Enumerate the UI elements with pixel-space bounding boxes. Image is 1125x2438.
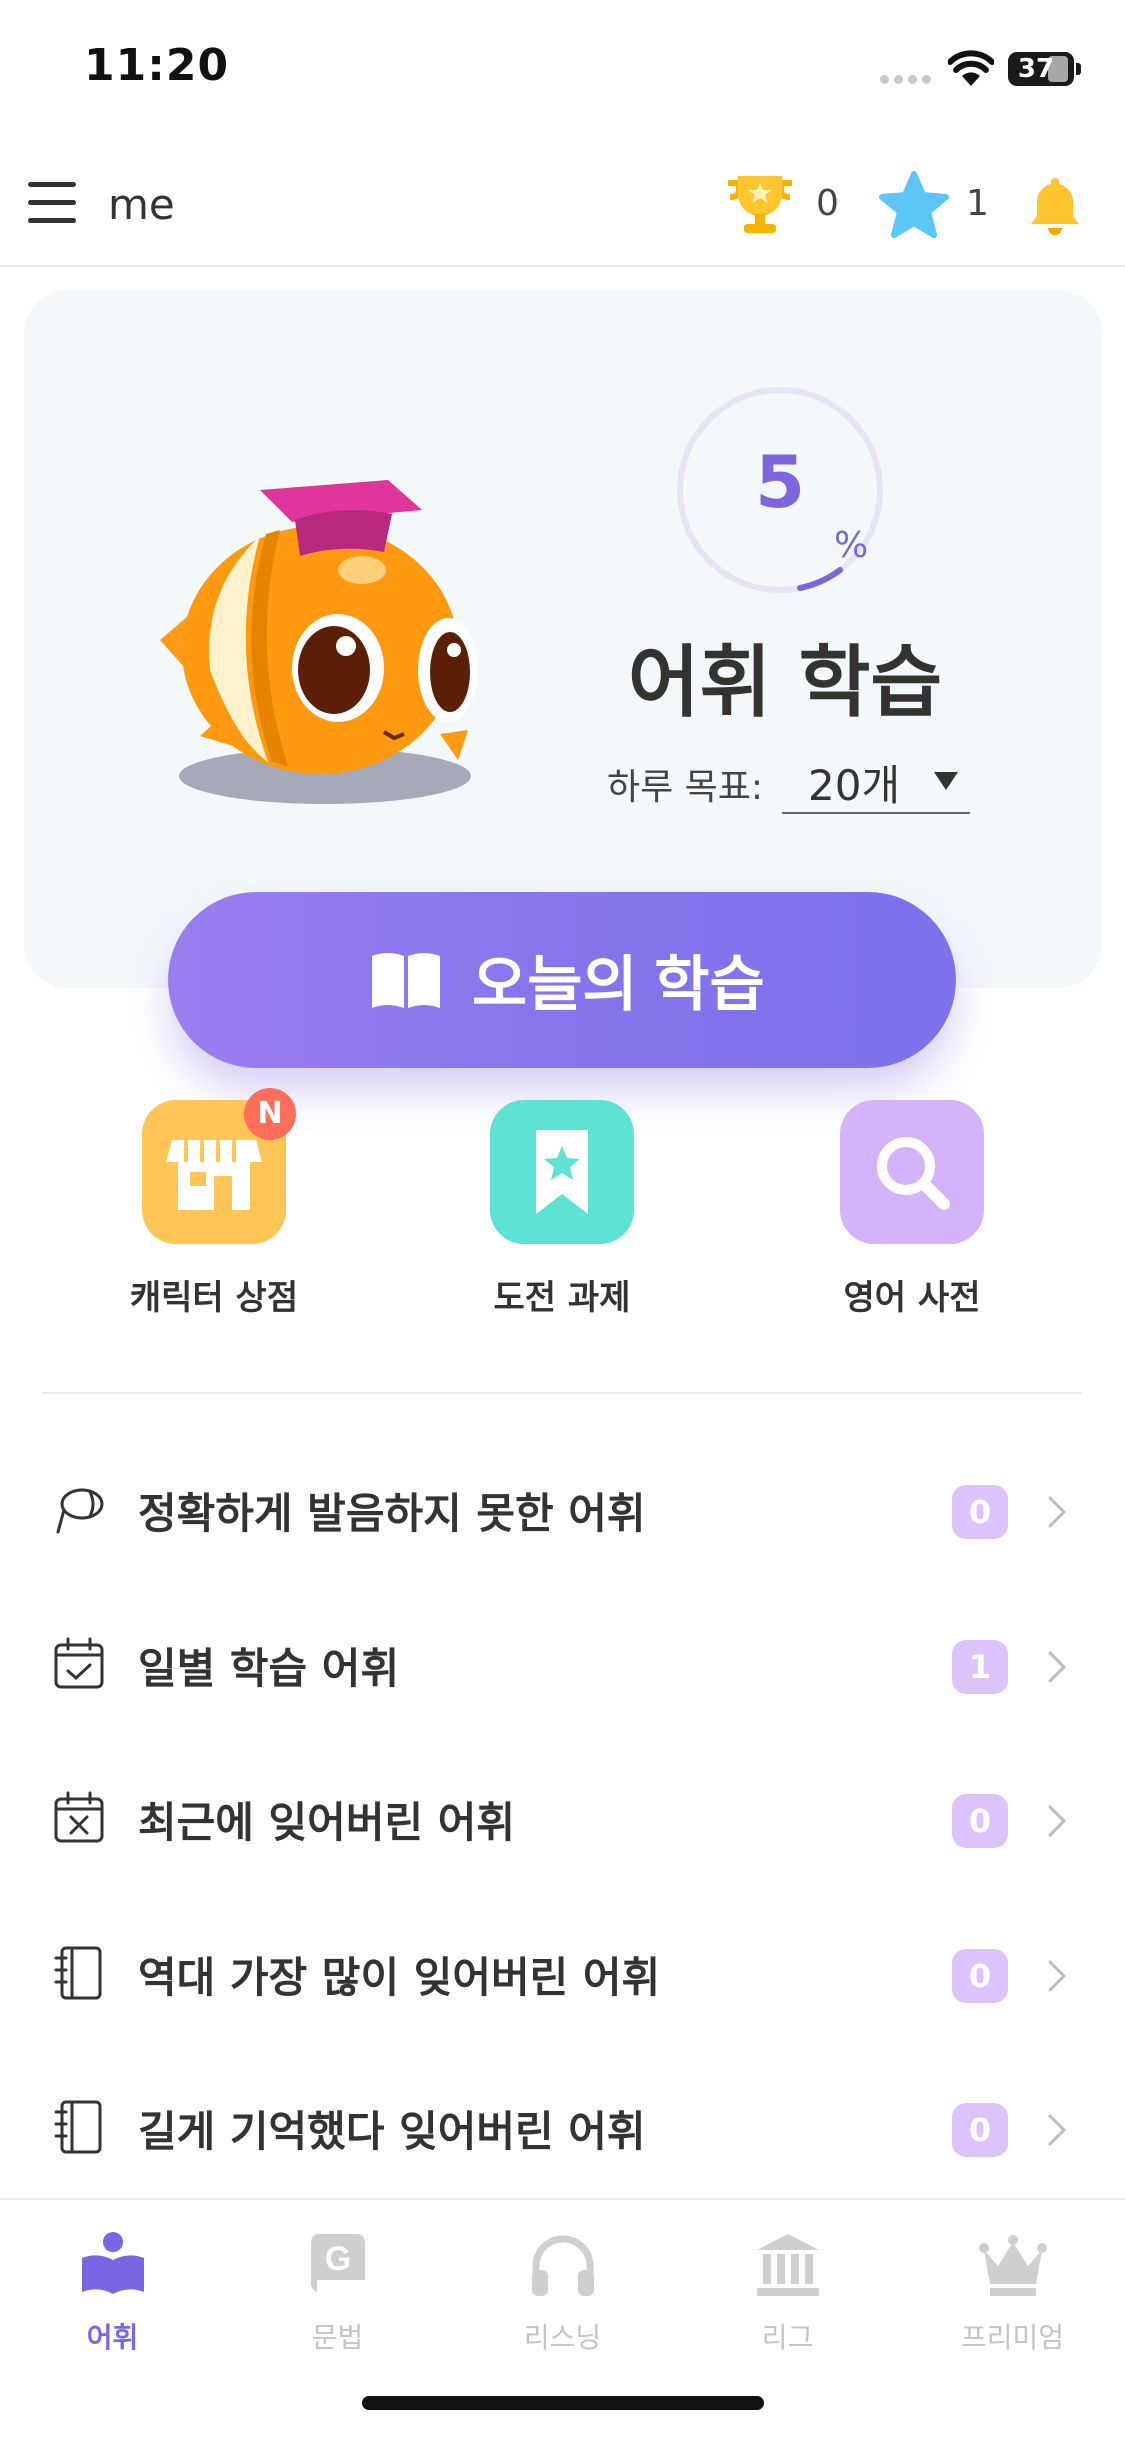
english-dictionary-label: 영어 사전 xyxy=(843,1278,981,1318)
book-icon xyxy=(372,953,440,1008)
calendar-x-icon xyxy=(54,1791,104,1843)
count-badge: 1 xyxy=(952,1640,1008,1694)
chevron-right-icon xyxy=(1048,1496,1067,1528)
tab-league[interactable]: 리그 xyxy=(675,2230,900,2380)
svg-text:G: G xyxy=(325,2240,351,2278)
list-item-label: 최근에 잊어버린 어휘 xyxy=(138,1798,516,1847)
calendar-check-icon xyxy=(54,1637,104,1689)
header-divider xyxy=(0,265,1125,267)
count-badge: 0 xyxy=(952,1949,1008,2003)
tab-label: 어휘 xyxy=(86,2321,139,2354)
star-icon[interactable] xyxy=(878,170,950,240)
tab-label: 문법 xyxy=(311,2321,364,2354)
today-study-label: 오늘의 학습 xyxy=(472,951,765,1018)
grammar-book-icon: G xyxy=(311,2234,365,2292)
battery-nub xyxy=(1076,63,1081,75)
caret-down-icon xyxy=(934,772,958,790)
list-item-label: 역대 가장 많이 잊어버린 어휘 xyxy=(138,1953,661,2002)
count-badge: 0 xyxy=(952,1794,1008,1848)
section-divider xyxy=(42,1392,1082,1394)
list-item-long-remembered-forgotten[interactable]: 길게 기억했다 잊어버린 어휘 0 xyxy=(0,2050,1125,2200)
progress-value: 5 xyxy=(754,440,806,524)
tab-grammar[interactable]: G 문법 xyxy=(225,2230,450,2380)
list-item-label: 정확하게 발음하지 못한 어휘 xyxy=(138,1489,646,1538)
microphone-icon xyxy=(56,1488,104,1534)
trophy-count: 0 xyxy=(816,183,839,224)
search-icon xyxy=(877,1137,950,1210)
list-item-most-forgotten[interactable]: 역대 가장 많이 잊어버린 어휘 0 xyxy=(0,1896,1125,2046)
challenge-label: 도전 과제 xyxy=(493,1278,631,1318)
daily-goal-label: 하루 목표: xyxy=(607,767,764,808)
daily-goal-select[interactable]: 20개 xyxy=(782,748,970,814)
headphones-icon xyxy=(532,2235,594,2296)
challenge-tile[interactable] xyxy=(490,1100,634,1244)
list-item-daily-words[interactable]: 일별 학습 어휘 1 xyxy=(0,1587,1125,1737)
trophy-icon[interactable] xyxy=(720,170,800,240)
list-item-label: 길게 기억했다 잊어버린 어휘 xyxy=(138,2107,646,2156)
tab-vocabulary[interactable]: 어휘 xyxy=(0,2230,225,2380)
tab-label: 리스닝 xyxy=(523,2321,602,2354)
hero-title: 어휘 학습 xyxy=(627,638,943,728)
bookmark-star-icon xyxy=(536,1130,588,1214)
character-store-label: 캐릭터 상점 xyxy=(129,1278,299,1318)
battery-level: 37 xyxy=(1017,54,1055,84)
tab-premium[interactable]: 프리미엄 xyxy=(900,2230,1125,2380)
menu-icon[interactable] xyxy=(28,180,76,224)
tab-listening[interactable]: 리스닝 xyxy=(450,2230,675,2380)
english-dictionary-tile[interactable] xyxy=(840,1100,984,1244)
today-study-button[interactable]: 오늘의 학습 xyxy=(168,892,956,1068)
list-item-label: 일별 학습 어휘 xyxy=(138,1644,400,1693)
bell-icon[interactable] xyxy=(1020,170,1090,240)
star-count: 1 xyxy=(966,183,989,224)
chevron-right-icon xyxy=(1048,2114,1067,2146)
cellular-signal-icon xyxy=(880,72,932,84)
wifi-icon xyxy=(948,50,994,86)
header-title: me xyxy=(108,180,175,229)
notebook-icon xyxy=(54,1946,102,2000)
list-item-mispronounced[interactable]: 정확하게 발음하지 못한 어휘 0 xyxy=(0,1432,1125,1582)
count-badge: 0 xyxy=(952,1485,1008,1539)
status-time: 11:20 xyxy=(84,40,230,91)
building-icon xyxy=(757,2234,819,2296)
count-badge: 0 xyxy=(952,2103,1008,2157)
crown-icon xyxy=(979,2235,1047,2296)
chevron-right-icon xyxy=(1048,1805,1067,1837)
daily-goal-value: 20개 xyxy=(808,761,901,810)
notebook-icon xyxy=(54,2100,102,2154)
progress-unit: % xyxy=(834,525,869,566)
new-badge: N xyxy=(244,1088,296,1140)
home-indicator xyxy=(362,2396,764,2410)
battery-icon: 37 xyxy=(1008,52,1074,86)
book-reader-icon xyxy=(82,2232,144,2294)
chevron-right-icon xyxy=(1048,1651,1067,1683)
chevron-right-icon xyxy=(1048,1960,1067,1992)
fish-mascot-illustration xyxy=(160,480,478,804)
tab-label: 프리미엄 xyxy=(960,2321,1065,2354)
tab-label: 리그 xyxy=(761,2321,814,2354)
list-item-recently-forgotten[interactable]: 최근에 잊어버린 어휘 0 xyxy=(0,1741,1125,1891)
